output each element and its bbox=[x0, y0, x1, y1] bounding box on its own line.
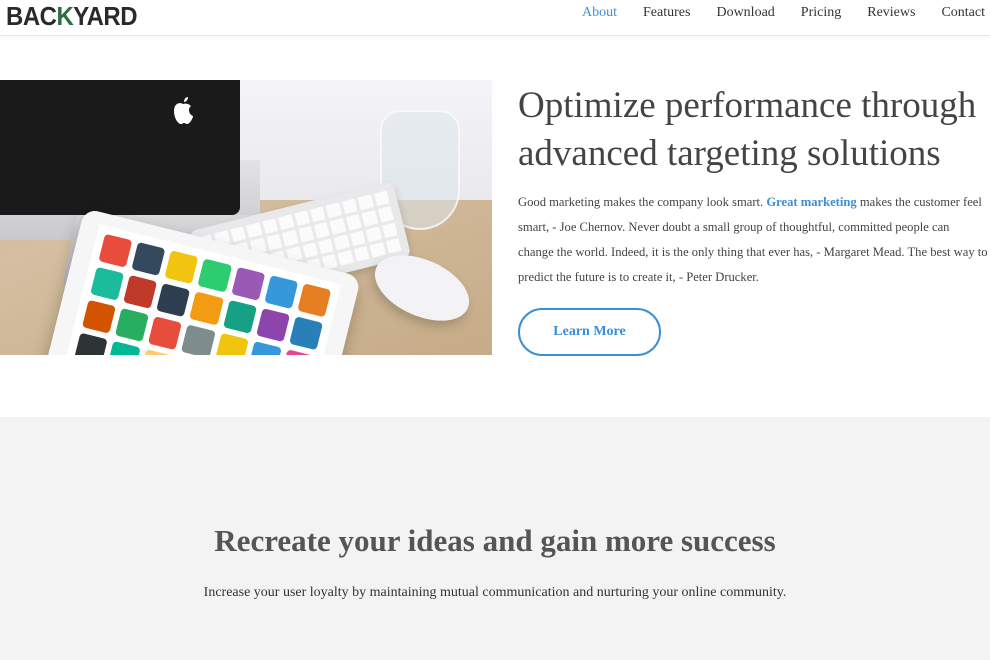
great-marketing-link[interactable]: Great marketing bbox=[766, 195, 856, 209]
hero-title: Optimize performance through advanced ta… bbox=[518, 85, 977, 174]
nav-about[interactable]: About bbox=[582, 5, 617, 21]
section-subtitle: Increase your user loyalty by maintainin… bbox=[203, 585, 787, 600]
site-logo[interactable]: BACKYARD bbox=[6, 2, 137, 30]
hero-image bbox=[0, 80, 492, 355]
nav-contact[interactable]: Contact bbox=[941, 5, 985, 21]
hero-paragraph: Good marketing makes the company look sm… bbox=[518, 195, 988, 284]
nav-pricing[interactable]: Pricing bbox=[801, 5, 841, 21]
nav-features[interactable]: Features bbox=[643, 5, 690, 21]
section-title: Recreate your ideas and gain more succes… bbox=[214, 523, 776, 558]
learn-more-button[interactable]: Learn More bbox=[518, 308, 661, 356]
nav-download[interactable]: Download bbox=[716, 5, 774, 21]
main-nav: About Features Download Pricing Reviews … bbox=[582, 5, 985, 21]
monitor bbox=[0, 80, 240, 215]
site-header: BACKYARD About Features Download Pricing… bbox=[0, 0, 990, 36]
apple-logo-icon bbox=[174, 97, 193, 124]
nav-reviews[interactable]: Reviews bbox=[867, 5, 915, 21]
